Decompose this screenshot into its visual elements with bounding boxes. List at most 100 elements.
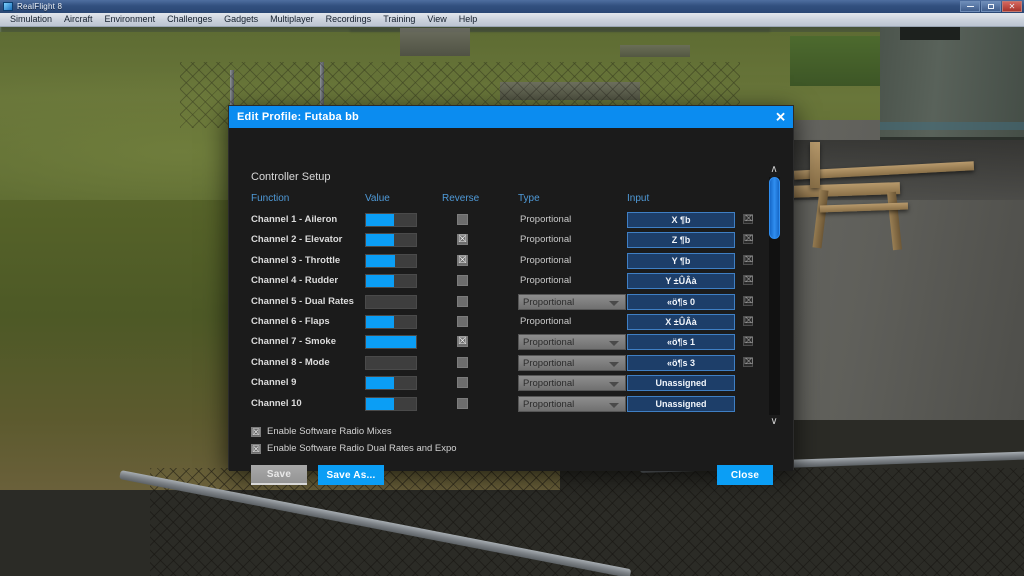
menu-item-environment[interactable]: Environment [99, 14, 162, 25]
channel-type-select[interactable]: Proportional [518, 314, 626, 330]
clear-input-button[interactable]: ⌧ [743, 275, 753, 286]
column-header-reverse: Reverse [442, 193, 480, 204]
table-row: Channel 7 - Smoke ☒ Proportional «ö¶s 1 ⌧ [229, 332, 763, 352]
channel-type-label: Proportional [523, 337, 575, 349]
clear-input-button[interactable]: ⌧ [743, 295, 753, 306]
clear-input-button[interactable]: ⌧ [743, 214, 753, 224]
channel-input-binding[interactable]: Z ¶b [627, 232, 735, 249]
channel-input-binding[interactable]: Unassigned [627, 375, 735, 392]
column-headers: Function Value Reverse Type Input [229, 193, 793, 209]
dialog-body: Controller Setup Function Value Reverse … [229, 128, 793, 485]
channel-value-bar [365, 314, 417, 329]
chevron-down-icon[interactable] [609, 300, 619, 306]
clear-input-button[interactable]: ⌧ [743, 315, 753, 326]
table-row: Channel 1 - Aileron ☒ Proportional X ¶b ⌧ [229, 210, 763, 230]
app-title: RealFlight 8 [17, 2, 63, 11]
menu-item-help[interactable]: Help [453, 14, 484, 25]
reverse-checkbox[interactable]: ☒ [457, 336, 468, 348]
channel-value-bar [365, 376, 417, 391]
channel-input-binding[interactable]: «ö¶s 0 [627, 293, 735, 310]
table-row: Channel 9☒ProportionalUnassigned⌧ [229, 373, 763, 393]
scroll-down-arrow-icon[interactable]: ∨ [767, 416, 781, 428]
reverse-checkbox[interactable]: ☒ [457, 315, 468, 327]
menu-item-aircraft[interactable]: Aircraft [58, 14, 99, 25]
option-enable-software-radio-mixes[interactable]: ☒ Enable Software Radio Mixes [251, 426, 392, 437]
reverse-checkbox[interactable]: ☒ [457, 356, 468, 368]
chevron-down-icon[interactable] [609, 382, 619, 388]
close-button[interactable]: Close [717, 465, 773, 485]
channel-function-label: Channel 5 - Dual Rates [251, 295, 354, 307]
channel-type-select[interactable]: Proportional [518, 354, 626, 371]
save-as-button[interactable]: Save As... [318, 465, 384, 485]
table-row: Channel 10☒ProportionalUnassigned⌧ [229, 394, 763, 414]
channel-type-select[interactable]: Proportional [518, 334, 626, 351]
reverse-checkbox[interactable]: ☒ [457, 234, 468, 246]
menu-item-simulation[interactable]: Simulation [4, 14, 58, 25]
maximize-button[interactable] [981, 1, 1001, 12]
window-controls: ✕ [960, 1, 1022, 12]
channel-type-select[interactable]: Proportional [518, 375, 626, 392]
chevron-down-icon[interactable] [609, 341, 619, 347]
channel-type-label: Proportional [520, 315, 572, 327]
channel-value-bar [365, 274, 417, 289]
channel-value-bar [365, 335, 417, 350]
reverse-checkbox[interactable]: ☒ [457, 397, 468, 409]
reverse-checkbox[interactable]: ☒ [457, 214, 468, 225]
checkbox-icon[interactable]: ☒ [251, 426, 261, 437]
window-close-button[interactable]: ✕ [1002, 1, 1022, 12]
channel-function-label: Channel 10 [251, 397, 302, 409]
column-header-input: Input [627, 193, 650, 204]
reverse-checkbox[interactable]: ☒ [457, 295, 468, 307]
channel-input-binding[interactable]: Y ±ÛÂà [627, 273, 735, 290]
channel-type-select[interactable]: Proportional [518, 273, 626, 289]
chevron-down-icon[interactable] [609, 361, 619, 367]
table-row: Channel 2 - Elevator ☒ Proportional Z ¶b ⌧ [229, 230, 763, 250]
channel-type-label: Proportional [520, 214, 572, 225]
channel-input-binding[interactable]: X ±ÛÂà [627, 313, 735, 330]
channel-type-select[interactable]: Proportional [518, 253, 626, 269]
channel-function-label: Channel 6 - Flaps [251, 315, 330, 327]
scrollbar-thumb[interactable] [769, 177, 780, 239]
channel-function-label: Channel 1 - Aileron [251, 214, 338, 225]
save-button[interactable]: Save [251, 465, 307, 485]
reverse-checkbox[interactable]: ☒ [457, 275, 468, 287]
scrollbar-track[interactable] [769, 177, 780, 415]
channel-input-binding[interactable]: Unassigned [627, 395, 735, 412]
reverse-checkbox[interactable]: ☒ [457, 377, 468, 389]
channel-function-label: Channel 8 - Mode [251, 356, 330, 368]
channel-list-scrollbar[interactable]: ∧ ∨ [763, 164, 785, 428]
channel-function-label: Channel 7 - Smoke [251, 336, 336, 348]
checkbox-icon[interactable]: ☒ [251, 443, 261, 454]
clear-input-button[interactable]: ⌧ [743, 356, 753, 367]
channel-type-select[interactable]: Proportional [518, 232, 626, 248]
channel-type-select[interactable]: Proportional [518, 293, 626, 310]
table-row: Channel 6 - Flaps ☒ Proportional X ±ÛÂà ⌧ [229, 312, 763, 332]
channel-type-select[interactable]: Proportional [518, 395, 626, 412]
menu-item-recordings[interactable]: Recordings [320, 14, 378, 25]
option-enable-software-radio-dual-rates-and-expo[interactable]: ☒ Enable Software Radio Dual Rates and E… [251, 443, 457, 454]
dialog-close-icon[interactable]: ✕ [775, 111, 786, 124]
menu-item-multiplayer[interactable]: Multiplayer [264, 14, 320, 25]
menu-item-view[interactable]: View [421, 14, 452, 25]
channel-function-label: Channel 9 [251, 377, 297, 389]
channel-input-binding[interactable]: «ö¶s 1 [627, 334, 735, 351]
table-row: Channel 5 - Dual Rates ☒ Proportional «ö¶s … [229, 292, 763, 312]
channel-input-binding[interactable]: «ö¶s 3 [627, 354, 735, 371]
reverse-checkbox[interactable]: ☒ [457, 254, 468, 266]
table-row: Channel 4 - Rudder ☒ Proportional Y ±ÛÂà ⌧ [229, 271, 763, 291]
clear-input-button[interactable]: ⌧ [743, 254, 753, 265]
chevron-down-icon[interactable] [609, 402, 619, 408]
channel-input-binding[interactable]: X ¶b [627, 212, 735, 228]
minimize-button[interactable] [960, 1, 980, 12]
channel-value-bar [365, 233, 417, 248]
channel-function-label: Channel 2 - Elevator [251, 234, 343, 246]
clear-input-button[interactable]: ⌧ [743, 234, 753, 245]
menu-item-challenges[interactable]: Challenges [161, 14, 218, 25]
clear-input-button[interactable]: ⌧ [743, 336, 753, 347]
menu-item-gadgets[interactable]: Gadgets [218, 14, 264, 25]
menu-item-training[interactable]: Training [377, 14, 421, 25]
scroll-up-arrow-icon[interactable]: ∧ [767, 164, 781, 176]
channel-input-binding[interactable]: Y ¶b [627, 252, 735, 269]
channel-type-label: Proportional [523, 398, 575, 410]
channel-type-select[interactable]: Proportional [518, 212, 626, 228]
